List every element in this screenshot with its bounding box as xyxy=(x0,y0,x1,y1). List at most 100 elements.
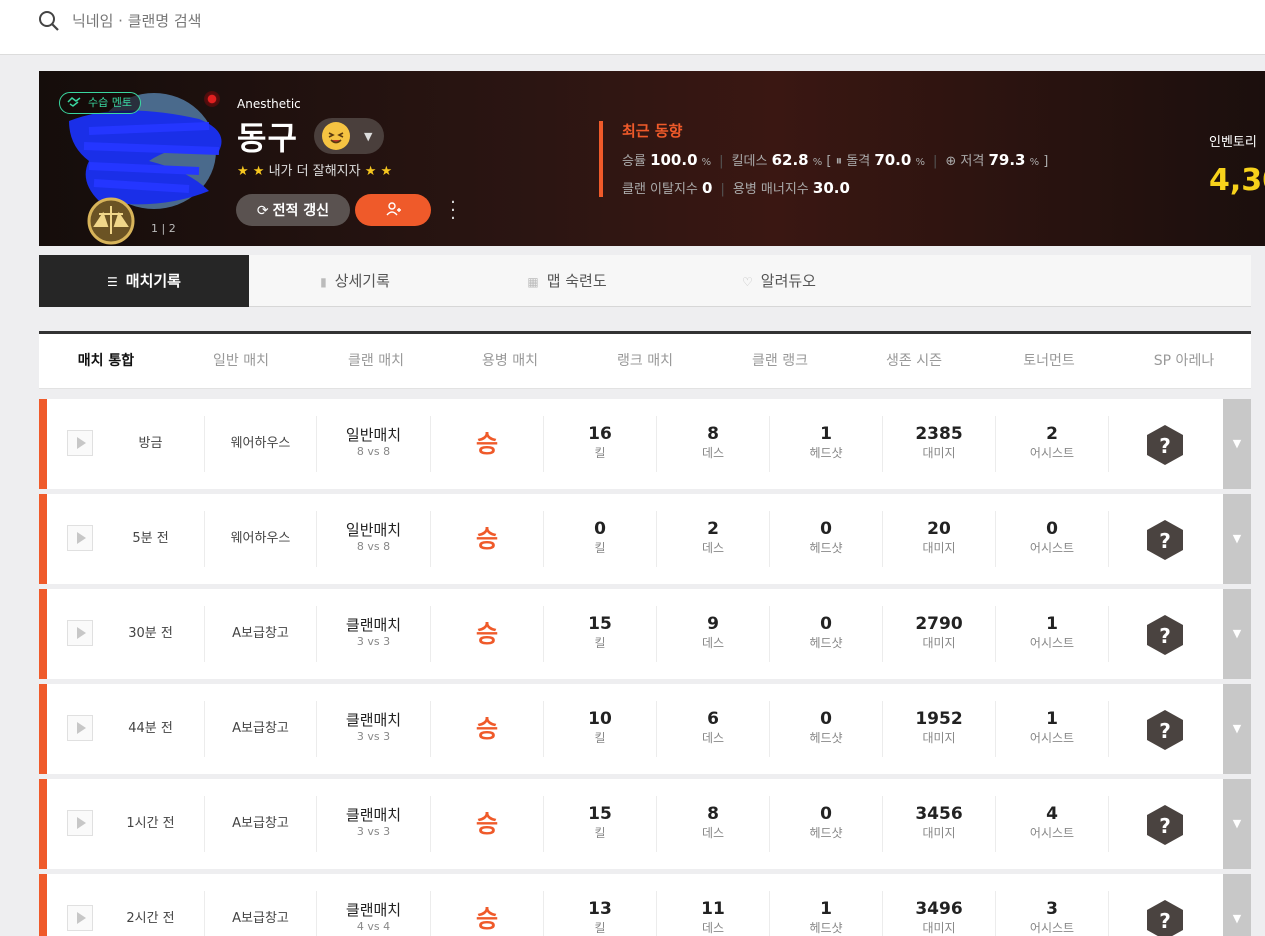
refresh-label: 전적 갱신 xyxy=(272,203,330,219)
subtab-clan-rank[interactable]: 클랜 랭크 xyxy=(713,334,847,389)
tab-detail-record[interactable]: ▮ 상세기록 xyxy=(249,255,461,307)
unknown-rank-icon: ? xyxy=(1147,520,1183,560)
expand-row-button[interactable]: ▼ xyxy=(1223,874,1251,936)
profile-banner: 1 | 2 수습 멘토 Anesthetic 동구 ▼ ★ ★ 내가 더 잘해지… xyxy=(39,71,1265,246)
match-mode: 클랜매치 4 vs 4 xyxy=(317,891,431,936)
match-damage: 2790 대미지 xyxy=(883,606,996,662)
match-type-tabs: 매치 통합 일반 매치 클랜 매치 용병 매치 랭크 매치 클랜 랭크 생존 시… xyxy=(39,331,1251,389)
match-deaths: 2 데스 xyxy=(657,511,770,567)
subtab-normal[interactable]: 일반 매치 xyxy=(174,334,308,389)
match-kills: 0킬 xyxy=(544,511,657,567)
match-assists: 2 어시스트 xyxy=(996,416,1109,472)
expand-row-button[interactable]: ▼ xyxy=(1223,779,1251,869)
svg-text:?: ? xyxy=(1159,434,1171,458)
match-deaths: 8 데스 xyxy=(657,416,770,472)
match-deaths: 6 데스 xyxy=(657,701,770,757)
subtab-sp-arena[interactable]: SP 아레나 xyxy=(1117,334,1251,389)
motto-stars-left: ★ ★ xyxy=(237,164,265,179)
expand-row-button[interactable]: ▼ xyxy=(1223,589,1251,679)
assault-icon: ⏸ xyxy=(835,154,843,169)
match-result: 승 xyxy=(431,701,544,757)
kd-value: 62.8 xyxy=(771,151,809,169)
tab-duo[interactable]: ♡ 알려듀오 xyxy=(673,255,885,307)
main-tabs: ☰ 매치기록 ▮ 상세기록 ▦ 맵 숙련도 ♡ 알려듀오 xyxy=(39,255,1251,307)
svg-text:?: ? xyxy=(1159,529,1171,553)
play-replay-icon[interactable] xyxy=(67,810,93,836)
play-replay-icon[interactable] xyxy=(67,430,93,456)
match-row[interactable]: 1시간 전 A보급창고 클랜매치 3 vs 3 승 15 킬 8 데스 0 헤드샷 34… xyxy=(39,779,1251,869)
tab-match-record[interactable]: ☰ 매치기록 xyxy=(39,255,249,307)
match-result: 승 xyxy=(431,416,544,472)
subtab-mercenary[interactable]: 용병 매치 xyxy=(443,334,577,389)
match-damage: 2385 대미지 xyxy=(883,416,996,472)
add-user-icon xyxy=(386,201,401,215)
subtab-all[interactable]: 매치 통합 xyxy=(39,334,173,389)
svg-text:?: ? xyxy=(1159,719,1171,743)
match-map: 웨어하우스 xyxy=(205,511,317,567)
match-time: 44분 전 xyxy=(97,701,205,757)
assault-value: 70.0 xyxy=(874,151,912,169)
add-friend-button[interactable] xyxy=(355,194,431,226)
unknown-rank-icon: ? xyxy=(1147,615,1183,655)
play-replay-icon[interactable] xyxy=(67,525,93,551)
inventory-value: 4,30 xyxy=(1209,163,1265,198)
match-rank-icon: ? xyxy=(1109,701,1222,757)
motto-stars-right: ★ ★ xyxy=(364,164,393,179)
match-damage: 20 대미지 xyxy=(883,511,996,567)
handshake-icon xyxy=(67,97,81,107)
match-deaths: 9 데스 xyxy=(657,606,770,662)
emoji-dropdown[interactable]: ▼ xyxy=(314,118,384,154)
play-replay-icon[interactable] xyxy=(67,620,93,646)
subtab-tournament[interactable]: 토너먼트 xyxy=(982,334,1116,389)
match-result: 승 xyxy=(431,511,544,567)
expand-row-button[interactable]: ▼ xyxy=(1223,494,1251,584)
match-assists: 0 어시스트 xyxy=(996,511,1109,567)
expand-row-button[interactable]: ▼ xyxy=(1223,399,1251,489)
match-mode: 일반매치 8 vs 8 xyxy=(317,511,431,567)
match-map: A보급창고 xyxy=(205,701,317,757)
match-row[interactable]: 방금 웨어하우스 일반매치 8 vs 8 승 16 킬 8 데스 1 헤드샷 2385 대… xyxy=(39,399,1251,489)
match-assists: 4 어시스트 xyxy=(996,796,1109,852)
match-rank-icon: ? xyxy=(1109,796,1222,852)
expand-row-button[interactable]: ▼ xyxy=(1223,684,1251,774)
tab-map-proficiency[interactable]: ▦ 맵 숙련도 xyxy=(461,255,673,307)
subtab-survival[interactable]: 생존 시즌 xyxy=(847,334,981,389)
match-kills: 15 킬 xyxy=(544,796,657,852)
match-row[interactable]: 2시간 전 A보급창고 클랜매치 4 vs 4 승 13 킬 11 데스 1 헤드샷 3… xyxy=(39,874,1251,936)
duo-icon: ♡ xyxy=(742,275,753,289)
mentor-badge-label: 수습 멘토 xyxy=(88,96,132,109)
match-kills: 13 킬 xyxy=(544,891,657,936)
match-row[interactable]: 5분 전 웨어하우스 일반매치 8 vs 8 승 0킬 2 데스 0 헤드샷 20 대미… xyxy=(39,494,1251,584)
recent-accent-bar xyxy=(599,121,603,197)
avatar-pager[interactable]: 1 | 2 xyxy=(151,222,176,235)
refresh-icon: ⟳ xyxy=(256,203,269,219)
player-name: 동구 xyxy=(237,119,298,157)
clan-leave-value: 0 xyxy=(702,179,713,197)
match-result: 승 xyxy=(431,606,544,662)
subtab-rank[interactable]: 랭크 매치 xyxy=(578,334,712,389)
search-input[interactable] xyxy=(72,6,572,36)
match-time: 1시간 전 xyxy=(97,796,205,852)
search-icon[interactable] xyxy=(38,10,60,36)
match-mode: 일반매치 8 vs 8 xyxy=(317,416,431,472)
match-row[interactable]: 44분 전 A보급창고 클랜매치 3 vs 3 승 10 킬 6 데스 0 헤드샷 19… xyxy=(39,684,1251,774)
match-map: 웨어하우스 xyxy=(205,416,317,472)
subtab-clan[interactable]: 클랜 매치 xyxy=(309,334,443,389)
unknown-rank-icon: ? xyxy=(1147,805,1183,845)
match-list: 방금 웨어하우스 일반매치 8 vs 8 승 16 킬 8 데스 1 헤드샷 2385 대… xyxy=(39,399,1251,936)
match-deaths: 8 데스 xyxy=(657,796,770,852)
match-headshots: 1 헤드샷 xyxy=(770,416,883,472)
play-replay-icon[interactable] xyxy=(67,905,93,931)
play-replay-icon[interactable] xyxy=(67,715,93,741)
sniper-icon: ⊕ xyxy=(945,154,957,169)
match-result: 승 xyxy=(431,796,544,852)
match-mode: 클랜매치 3 vs 3 xyxy=(317,796,431,852)
match-headshots: 1 헤드샷 xyxy=(770,891,883,936)
more-options-icon[interactable]: · · · xyxy=(449,194,457,228)
merc-manner-value: 30.0 xyxy=(812,179,850,197)
refresh-record-button[interactable]: ⟳ 전적 갱신 xyxy=(236,194,350,226)
recent-trend-title: 최근 동향 xyxy=(622,122,683,140)
match-deaths: 11 데스 xyxy=(657,891,770,936)
match-mode: 클랜매치 3 vs 3 xyxy=(317,606,431,662)
match-row[interactable]: 30분 전 A보급창고 클랜매치 3 vs 3 승 15 킬 9 데스 0 헤드샷 27… xyxy=(39,589,1251,679)
